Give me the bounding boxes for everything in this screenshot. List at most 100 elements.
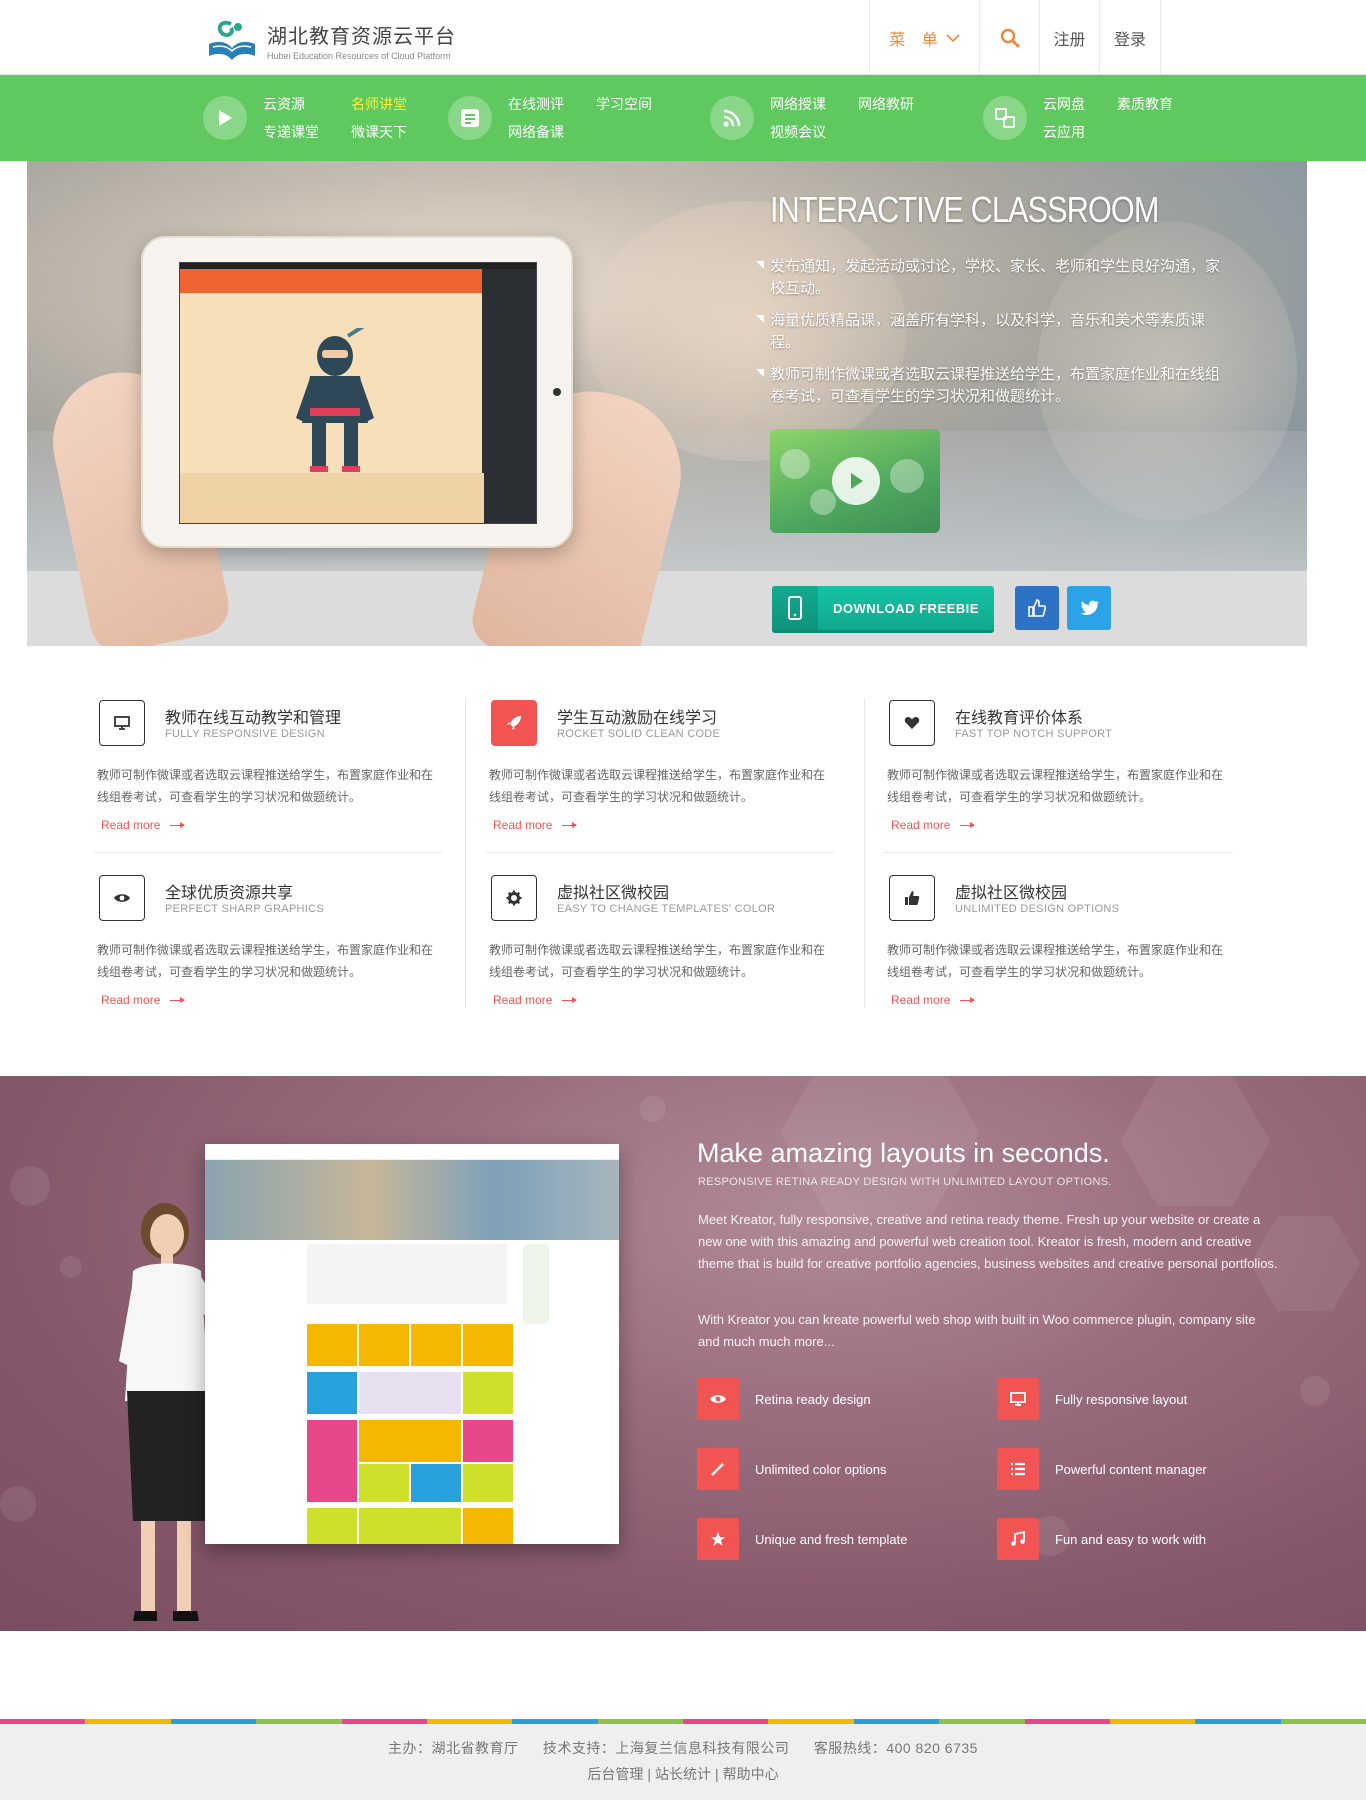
nav-link-special-classroom[interactable]: 专递课堂: [263, 122, 319, 142]
arrow-right-icon: [562, 997, 578, 1003]
feature-title: 虚拟社区微校园: [955, 885, 1068, 902]
site-logo[interactable]: 湖北教育资源云平台 Hubei Education Resources of C…: [205, 18, 465, 62]
nav-link-video-conference[interactable]: 视频会议: [770, 122, 826, 142]
heart-icon: [889, 700, 935, 746]
nav-link-cloud-apps[interactable]: 云应用: [1043, 122, 1085, 142]
apps-icon[interactable]: [983, 96, 1027, 140]
download-button[interactable]: DOWNLOAD FREEBIE: [772, 586, 994, 630]
promo-feature-label: Unlimited color options: [755, 1461, 887, 1477]
read-more-link[interactable]: Read more: [101, 993, 186, 1007]
list-icon: [997, 1448, 1039, 1490]
column-divider: [465, 698, 466, 1008]
promo-feature-label: Fun and easy to work with: [1055, 1531, 1207, 1547]
row-divider: [93, 852, 443, 853]
read-more-label: Read more: [101, 993, 161, 1007]
preview-tile: [359, 1508, 461, 1544]
like-button[interactable]: [1015, 586, 1059, 630]
login-link[interactable]: 登录: [1099, 0, 1161, 75]
nav-link-quality-education[interactable]: 素质教育: [1117, 94, 1173, 114]
footer-link-stats[interactable]: 站长统计: [655, 1766, 711, 1782]
twitter-icon: [1080, 600, 1099, 616]
nav-link-online-test[interactable]: 在线测评: [508, 94, 564, 114]
preview-tile: [411, 1464, 461, 1502]
footer-link-help[interactable]: 帮助中心: [723, 1766, 779, 1782]
logo-subtitle: Hubei Education Resources of Cloud Platf…: [267, 50, 451, 61]
menu-button[interactable]: 菜 单: [869, 0, 979, 75]
twitter-button[interactable]: [1067, 586, 1111, 630]
menu-label: 菜 单: [889, 31, 944, 49]
read-more-link[interactable]: Read more: [891, 818, 976, 832]
eye-icon: [99, 875, 145, 921]
top-header: 湖北教育资源云平台 Hubei Education Resources of C…: [0, 0, 1366, 75]
video-thumbnail[interactable]: [770, 429, 940, 533]
bullet-icon: [756, 261, 764, 269]
play-icon[interactable]: [832, 457, 880, 505]
promo-feature: Retina ready design: [697, 1378, 957, 1420]
read-more-label: Read more: [101, 818, 161, 832]
footer-links: 后台管理 | 站长统计 | 帮助中心: [0, 1764, 1366, 1784]
separator: |: [647, 1766, 651, 1782]
preview-tile: [411, 1324, 461, 1366]
phone-icon: [772, 586, 818, 630]
chevron-down-icon: [946, 33, 960, 42]
logo-title: 湖北教育资源云平台: [267, 25, 456, 48]
preview-tile: [307, 1420, 357, 1502]
preview-tile: [359, 1324, 409, 1366]
preview-tile: [359, 1372, 461, 1414]
preview-banner: [205, 1160, 619, 1240]
music-icon: [997, 1518, 1039, 1560]
promo-section: Make amazing layouts in seconds. RESPONS…: [0, 1076, 1366, 1631]
feature-title: 在线教育评价体系: [955, 710, 1084, 727]
promo-paragraph: With Kreator you can kreate powerful web…: [698, 1312, 1256, 1349]
rss-icon[interactable]: [710, 96, 754, 140]
logo-book-icon: [205, 18, 259, 62]
promo-paragraph: Meet Kreator, fully responsive, creative…: [698, 1212, 1278, 1271]
nav-link-cloud-resources[interactable]: 云资源: [263, 94, 319, 114]
nav-link-online-lesson-prep[interactable]: 网络备课: [508, 122, 564, 142]
preview-tile: [307, 1372, 357, 1414]
feature-subtitle: EASY TO CHANGE TEMPLATES' COLOR: [557, 903, 776, 915]
read-more-link[interactable]: Read more: [891, 993, 976, 1007]
hero-point: 发布通知，发起活动或讨论，学校、家长、老师和学生良好沟通，家校互动。: [756, 256, 1220, 300]
promo-feature: Fun and easy to work with: [997, 1518, 1257, 1560]
preview-tile: [463, 1372, 513, 1414]
hero-point-text: 海量优质精品课，涵盖所有学科，以及科学，音乐和美术等素质课程。: [770, 312, 1206, 351]
tablet-mockup: [141, 236, 573, 548]
promo-feature-label: Retina ready design: [755, 1391, 871, 1407]
read-more-label: Read more: [493, 993, 553, 1007]
hero-banner: INTERACTIVE CLASSROOM 发布通知，发起活动或讨论，学校、家长…: [27, 161, 1307, 646]
ninja-illustration: [296, 328, 374, 472]
category-nav: 云资源 名师讲堂 专递课堂 微课天下 在线测评 学习空间 网络备课 网络授课 网…: [0, 75, 1366, 161]
feature-card: 学生互动激励在线学习 ROCKET SOLID CLEAN CODE 教师可制作…: [485, 690, 835, 850]
tablet-home-button: [553, 388, 561, 396]
arrow-right-icon: [960, 997, 976, 1003]
footer-link-admin[interactable]: 后台管理: [587, 1766, 643, 1782]
register-link[interactable]: 注册: [1039, 0, 1099, 75]
read-more-link[interactable]: Read more: [493, 993, 578, 1007]
preview-news: [307, 1244, 507, 1304]
play-icon[interactable]: [203, 96, 247, 140]
nav-link-online-research[interactable]: 网络教研: [858, 94, 914, 114]
feature-title: 虚拟社区微校园: [557, 885, 670, 902]
feature-card: 虚拟社区微校园 EASY TO CHANGE TEMPLATES' COLOR …: [485, 865, 835, 1025]
nav-link-cloud-drive[interactable]: 云网盘: [1043, 94, 1085, 114]
nav-link-micro-lessons[interactable]: 微课天下: [351, 122, 407, 142]
promo-feature: Powerful content manager: [997, 1448, 1257, 1490]
nav-link-famous-teacher[interactable]: 名师讲堂: [351, 94, 407, 114]
rocket-icon: [491, 700, 537, 746]
hero-points: 发布通知，发起活动或讨论，学校、家长、老师和学生良好沟通，家校互动。 海量优质精…: [756, 256, 1220, 418]
preview-tile: [523, 1244, 549, 1324]
feature-card: 虚拟社区微校园 UNLIMITED DESIGN OPTIONS 教师可制作微课…: [883, 865, 1233, 1025]
arrow-right-icon: [170, 997, 186, 1003]
nav-link-learning-space[interactable]: 学习空间: [596, 94, 652, 114]
notes-icon[interactable]: [448, 96, 492, 140]
bullet-icon: [756, 369, 764, 377]
read-more-link[interactable]: Read more: [101, 818, 186, 832]
read-more-link[interactable]: Read more: [493, 818, 578, 832]
feature-card: 在线教育评价体系 FAST TOP NOTCH SUPPORT 教师可制作微课或…: [883, 690, 1233, 850]
search-button[interactable]: [979, 0, 1039, 75]
background-bokeh: [60, 1256, 82, 1278]
nav-link-online-teaching[interactable]: 网络授课: [770, 94, 826, 114]
read-more-label: Read more: [493, 818, 553, 832]
feature-subtitle: UNLIMITED DESIGN OPTIONS: [955, 903, 1120, 915]
